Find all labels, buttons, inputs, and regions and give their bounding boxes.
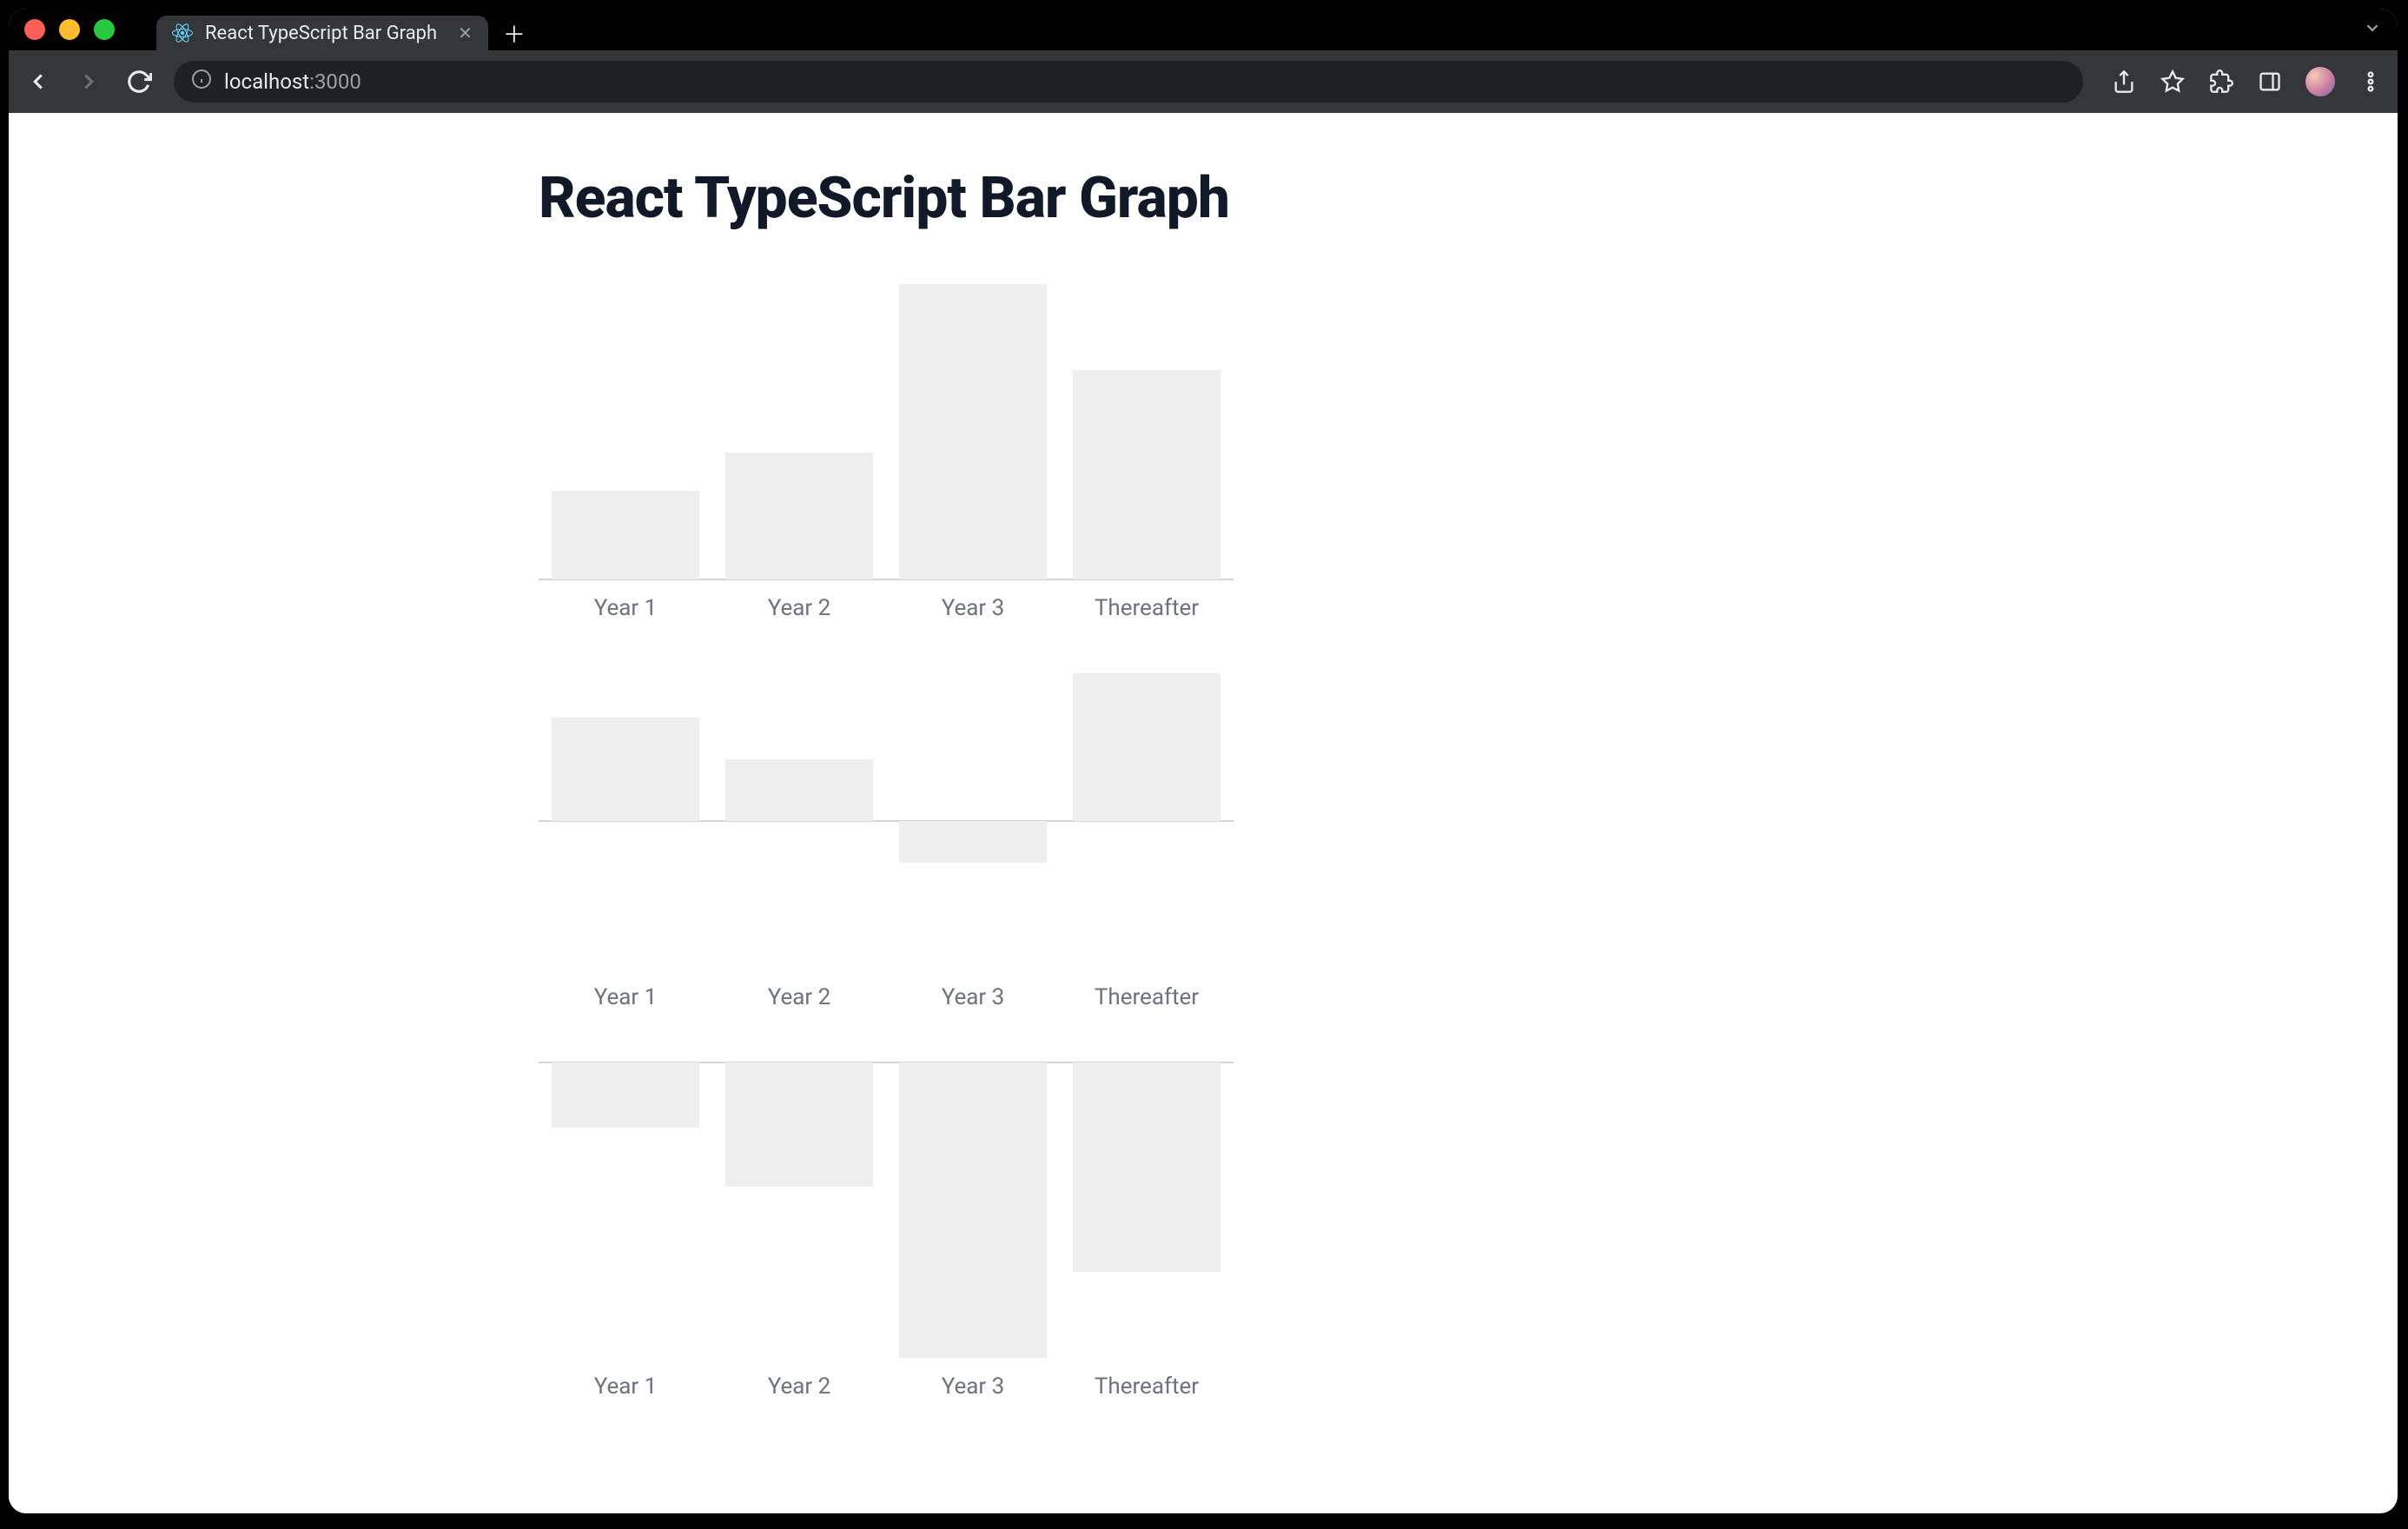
close-tab-button[interactable]: ✕	[458, 23, 473, 43]
bar	[899, 1062, 1047, 1358]
bar-slot	[886, 284, 1060, 579]
tab-search-button[interactable]	[2363, 18, 2382, 41]
chart-x-label: Year 3	[886, 1373, 1060, 1400]
react-icon	[172, 23, 193, 43]
back-button[interactable]	[23, 66, 54, 97]
chart-x-label: Thereafter	[1060, 595, 1234, 621]
reload-button[interactable]	[123, 66, 155, 97]
new-tab-button[interactable]: ＋	[497, 16, 532, 50]
chart-plot-area	[539, 673, 1234, 969]
chart-x-labels: Year 1Year 2Year 3Thereafter	[539, 1373, 1234, 1400]
minimize-window-button[interactable]	[59, 19, 80, 40]
bar	[725, 1062, 873, 1187]
chart-x-label: Year 2	[712, 984, 886, 1010]
window-controls	[24, 19, 115, 40]
chart-x-label: Year 3	[886, 595, 1060, 621]
bar	[1073, 1062, 1221, 1272]
bar-slot	[1060, 284, 1234, 579]
toolbar-actions	[2111, 67, 2384, 96]
chart-x-label: Year 1	[539, 984, 712, 1010]
bar-slot	[539, 673, 712, 969]
bar-slot	[1060, 1062, 1234, 1358]
page-content: React TypeScript Bar Graph Year 1Year 2Y…	[539, 165, 1763, 1400]
chart-x-label: Thereafter	[1060, 1373, 1234, 1400]
maximize-window-button[interactable]	[94, 19, 115, 40]
titlebar: React TypeScript Bar Graph ✕ ＋	[9, 9, 2398, 50]
bar-slot	[712, 1062, 886, 1358]
bar-slot	[712, 673, 886, 969]
bar-chart: Year 1Year 2Year 3Thereafter	[539, 1062, 1234, 1400]
tab-title: React TypeScript Bar Graph	[205, 23, 437, 44]
window-corner-decoration	[2363, 1479, 2398, 1513]
bar	[552, 491, 699, 579]
address-bar[interactable]: localhost:3000	[174, 61, 2083, 103]
charts-container: Year 1Year 2Year 3ThereafterYear 1Year 2…	[539, 284, 1763, 1400]
chart-x-label: Year 1	[539, 595, 712, 621]
bar	[725, 453, 873, 579]
close-window-button[interactable]	[24, 19, 45, 40]
bar	[725, 759, 873, 821]
chart-x-label: Year 1	[539, 1373, 712, 1400]
chart-x-labels: Year 1Year 2Year 3Thereafter	[539, 595, 1234, 621]
browser-toolbar: localhost:3000	[9, 50, 2398, 113]
chart-x-label: Year 2	[712, 595, 886, 621]
bar-slot	[886, 1062, 1060, 1358]
bookmark-button[interactable]	[2160, 69, 2186, 95]
bar	[552, 718, 699, 821]
share-button[interactable]	[2111, 69, 2137, 95]
browser-tab-active[interactable]: React TypeScript Bar Graph ✕	[156, 16, 488, 50]
url-text: localhost:3000	[224, 70, 361, 94]
bar-slot	[539, 1062, 712, 1358]
bar	[552, 1062, 699, 1128]
browser-window: React TypeScript Bar Graph ✕ ＋ localhost…	[9, 9, 2398, 1513]
menu-button[interactable]	[2358, 69, 2384, 95]
bar-slot	[886, 673, 1060, 969]
bar	[899, 284, 1047, 579]
bar-slot	[712, 284, 886, 579]
tab-strip: React TypeScript Bar Graph ✕ ＋	[156, 9, 532, 50]
page-title: React TypeScript Bar Graph	[539, 165, 1763, 232]
chart-plot-area	[539, 284, 1234, 579]
bar	[1073, 673, 1221, 821]
bar-slot	[539, 284, 712, 579]
bar	[1073, 370, 1221, 579]
page-viewport[interactable]: React TypeScript Bar Graph Year 1Year 2Y…	[9, 113, 2398, 1513]
chart-plot-area	[539, 1062, 1234, 1358]
chart-x-labels: Year 1Year 2Year 3Thereafter	[539, 984, 1234, 1010]
bar-chart: Year 1Year 2Year 3Thereafter	[539, 673, 1234, 1010]
chart-x-label: Thereafter	[1060, 984, 1234, 1010]
url-port: :3000	[309, 70, 361, 94]
extensions-button[interactable]	[2208, 69, 2234, 95]
url-host: localhost	[224, 70, 309, 94]
bar	[899, 821, 1047, 863]
forward-button[interactable]	[73, 66, 104, 97]
profile-avatar[interactable]	[2305, 67, 2335, 96]
chart-x-label: Year 3	[886, 984, 1060, 1010]
bar-chart: Year 1Year 2Year 3Thereafter	[539, 284, 1234, 621]
side-panel-button[interactable]	[2257, 69, 2283, 95]
bar-slot	[1060, 673, 1234, 969]
site-info-icon[interactable]	[191, 69, 212, 95]
chart-x-label: Year 2	[712, 1373, 886, 1400]
